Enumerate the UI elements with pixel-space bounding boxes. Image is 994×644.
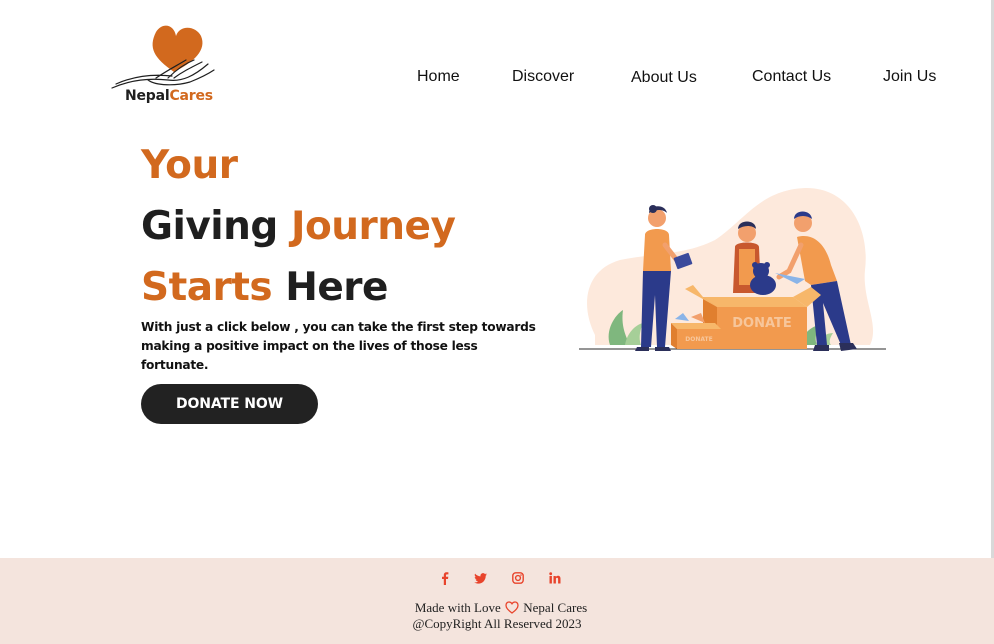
nav-join-us[interactable]: Join Us xyxy=(883,68,936,86)
nav-home[interactable]: Home xyxy=(417,68,460,86)
made-with-love: Made with Love Nepal Cares xyxy=(0,600,994,616)
linkedin-icon[interactable] xyxy=(547,570,563,586)
main-nav: Home Discover About Us Contact Us Join U… xyxy=(0,68,994,90)
brand-name-part1: Nepal xyxy=(125,88,170,104)
nav-contact-us[interactable]: Contact Us xyxy=(752,68,831,86)
hero-word-giving: Giving xyxy=(141,204,291,249)
nav-discover[interactable]: Discover xyxy=(512,68,574,86)
donation-illustration: DONATE DONATE xyxy=(575,185,890,355)
twitter-icon[interactable] xyxy=(472,570,488,586)
donate-now-button[interactable]: DONATE NOW xyxy=(141,384,318,424)
hero-subtext: With just a click below , you can take t… xyxy=(141,320,536,372)
hero-heading-line1: Your xyxy=(141,143,238,188)
made-with-brand: Nepal Cares xyxy=(523,600,588,615)
hero-word-starts: Starts xyxy=(141,265,273,310)
site-footer: Made with Love Nepal Cares @CopyRight Al… xyxy=(0,558,994,644)
nav-about-us[interactable]: About Us xyxy=(631,69,697,87)
hero-heading-line2: Giving Journey xyxy=(141,204,456,249)
heart-icon xyxy=(505,601,519,614)
hero-word-your: Your xyxy=(141,143,238,188)
hero-word-journey: Journey xyxy=(290,204,456,249)
hero-word-here: Here xyxy=(272,265,388,310)
illustration-small-box-label: DONATE xyxy=(685,336,712,343)
brand-name-part2: Cares xyxy=(169,88,213,104)
facebook-icon[interactable] xyxy=(437,570,453,586)
hero-heading-line3: Starts Here xyxy=(141,265,388,310)
instagram-icon[interactable] xyxy=(510,570,526,586)
brand-logo[interactable]: NepalCares xyxy=(110,20,222,108)
illustration-box-label: DONATE xyxy=(732,316,792,331)
copyright-text: @CopyRight All Reserved 2023 xyxy=(412,616,582,631)
brand-wordmark: NepalCares xyxy=(125,88,213,104)
made-with-text: Made with Love xyxy=(414,600,501,615)
